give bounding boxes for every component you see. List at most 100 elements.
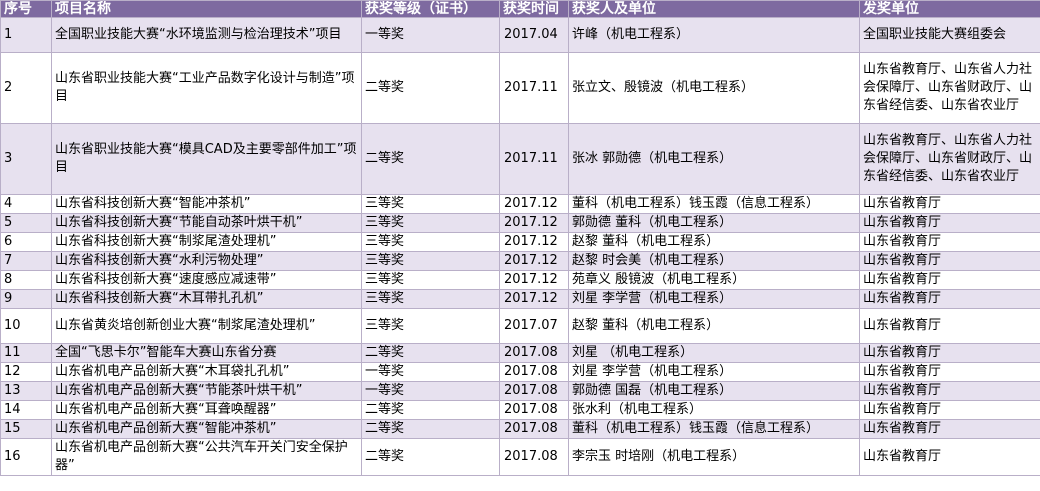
cell-award-date: 2017.12 bbox=[499, 289, 569, 309]
cell-award-date: 2017.12 bbox=[499, 194, 569, 214]
cell-award-level: 一等奖 bbox=[361, 381, 500, 401]
cell-award-level: 二等奖 bbox=[361, 419, 500, 439]
cell-no: 6 bbox=[0, 232, 52, 252]
table-row: 2 山东省职业技能大赛“工业产品数字化设计与制造”项目 二等奖 2017.11 … bbox=[0, 52, 1040, 124]
cell-project-name: 山东省职业技能大赛“工业产品数字化设计与制造”项目 bbox=[51, 52, 362, 124]
cell-award-date: 2017.08 bbox=[499, 343, 569, 363]
cell-project-name: 山东省机电产品创新大赛“耳聋唤醒器” bbox=[51, 400, 362, 420]
cell-issuer: 山东省教育厅 bbox=[859, 232, 1040, 252]
table-row: 11 全国“飞思卡尔”智能车大赛山东省分赛 二等奖 2017.08 刘星 （机电… bbox=[0, 343, 1040, 363]
cell-project-name: 全国职业技能大赛“水环境监测与检治理技术”项目 bbox=[51, 17, 362, 53]
cell-issuer: 山东省教育厅 bbox=[859, 419, 1040, 439]
cell-project-name: 山东省机电产品创新大赛“公共汽车开关门安全保护器” bbox=[51, 438, 362, 476]
cell-award-date: 2017.12 bbox=[499, 270, 569, 290]
cell-award-date: 2017.08 bbox=[499, 400, 569, 420]
cell-award-date: 2017.11 bbox=[499, 52, 569, 124]
header-project-name: 项目名称 bbox=[51, 0, 362, 18]
cell-winner: 苑章义 殷镜波（机电工程系） bbox=[568, 270, 860, 290]
table-row: 6 山东省科技创新大赛“制浆尾渣处理机” 三等奖 2017.12 赵黎 董科（机… bbox=[0, 232, 1040, 252]
cell-no: 10 bbox=[0, 308, 52, 344]
table-row: 1 全国职业技能大赛“水环境监测与检治理技术”项目 一等奖 2017.04 许峰… bbox=[0, 17, 1040, 53]
cell-award-date: 2017.11 bbox=[499, 123, 569, 195]
header-issuer: 发奖单位 bbox=[859, 0, 1040, 18]
table-body: 1 全国职业技能大赛“水环境监测与检治理技术”项目 一等奖 2017.04 许峰… bbox=[0, 17, 1040, 476]
cell-award-level: 二等奖 bbox=[361, 343, 500, 363]
cell-project-name: 山东省科技创新大赛“制浆尾渣处理机” bbox=[51, 232, 362, 252]
cell-award-level: 三等奖 bbox=[361, 251, 500, 271]
cell-award-level: 三等奖 bbox=[361, 213, 500, 233]
cell-issuer: 山东省教育厅、山东省人力社会保障厅、山东省财政厅、山东省经信委、山东省农业厅 bbox=[859, 123, 1040, 195]
header-no: 序号 bbox=[0, 0, 52, 18]
header-award-date: 获奖时间 bbox=[499, 0, 569, 18]
cell-award-date: 2017.12 bbox=[499, 251, 569, 271]
cell-award-level: 三等奖 bbox=[361, 308, 500, 344]
cell-winner: 赵黎 董科（机电工程系） bbox=[568, 232, 860, 252]
table-row: 13 山东省机电产品创新大赛“节能茶叶烘干机” 一等奖 2017.08 郭勋德 … bbox=[0, 381, 1040, 401]
cell-award-level: 二等奖 bbox=[361, 52, 500, 124]
cell-no: 9 bbox=[0, 289, 52, 309]
awards-table: 序号 项目名称 获奖等级（证书） 获奖时间 获奖人及单位 发奖单位 1 全国职业… bbox=[0, 0, 1040, 476]
cell-award-level: 二等奖 bbox=[361, 123, 500, 195]
header-award-level: 获奖等级（证书） bbox=[361, 0, 500, 18]
cell-issuer: 山东省教育厅 bbox=[859, 438, 1040, 476]
cell-issuer: 山东省教育厅 bbox=[859, 308, 1040, 344]
table-row: 3 山东省职业技能大赛“模具CAD及主要零部件加工”项目 二等奖 2017.11… bbox=[0, 123, 1040, 195]
cell-issuer: 山东省教育厅 bbox=[859, 194, 1040, 214]
cell-award-date: 2017.08 bbox=[499, 362, 569, 382]
cell-project-name: 山东省黄炎培创新创业大赛“制浆尾渣处理机” bbox=[51, 308, 362, 344]
cell-winner: 刘星 李学营（机电工程系） bbox=[568, 289, 860, 309]
cell-no: 8 bbox=[0, 270, 52, 290]
table-row: 15 山东省机电产品创新大赛“智能冲茶机” 二等奖 2017.08 董科（机电工… bbox=[0, 419, 1040, 439]
table-header: 序号 项目名称 获奖等级（证书） 获奖时间 获奖人及单位 发奖单位 bbox=[0, 0, 1040, 18]
cell-award-date: 2017.12 bbox=[499, 213, 569, 233]
cell-project-name: 山东省机电产品创新大赛“木耳袋扎孔机” bbox=[51, 362, 362, 382]
cell-project-name: 山东省科技创新大赛“速度感应减速带” bbox=[51, 270, 362, 290]
cell-no: 7 bbox=[0, 251, 52, 271]
cell-project-name: 山东省科技创新大赛“水利污物处理” bbox=[51, 251, 362, 271]
cell-project-name: 全国“飞思卡尔”智能车大赛山东省分赛 bbox=[51, 343, 362, 363]
cell-winner: 张水利（机电工程系） bbox=[568, 400, 860, 420]
cell-award-level: 三等奖 bbox=[361, 194, 500, 214]
cell-no: 11 bbox=[0, 343, 52, 363]
cell-award-date: 2017.08 bbox=[499, 381, 569, 401]
cell-award-date: 2017.08 bbox=[499, 419, 569, 439]
table-row: 14 山东省机电产品创新大赛“耳聋唤醒器” 二等奖 2017.08 张水利（机电… bbox=[0, 400, 1040, 420]
cell-issuer: 山东省教育厅 bbox=[859, 289, 1040, 309]
cell-project-name: 山东省科技创新大赛“智能冲茶机” bbox=[51, 194, 362, 214]
table-row: 4 山东省科技创新大赛“智能冲茶机” 三等奖 2017.12 董科（机电工程系）… bbox=[0, 194, 1040, 214]
cell-issuer: 山东省教育厅 bbox=[859, 251, 1040, 271]
cell-no: 1 bbox=[0, 17, 52, 53]
cell-winner: 赵黎 时会美（机电工程系） bbox=[568, 251, 860, 271]
cell-winner: 刘星 李学营（机电工程系） bbox=[568, 362, 860, 382]
cell-project-name: 山东省科技创新大赛“节能自动茶叶烘干机” bbox=[51, 213, 362, 233]
cell-award-date: 2017.07 bbox=[499, 308, 569, 344]
cell-no: 16 bbox=[0, 438, 52, 476]
cell-no: 12 bbox=[0, 362, 52, 382]
cell-winner: 赵黎 董科（机电工程系） bbox=[568, 308, 860, 344]
cell-award-level: 三等奖 bbox=[361, 289, 500, 309]
cell-issuer: 全国职业技能大赛组委会 bbox=[859, 17, 1040, 53]
table-row: 9 山东省科技创新大赛“木耳带扎孔机” 三等奖 2017.12 刘星 李学营（机… bbox=[0, 289, 1040, 309]
cell-project-name: 山东省机电产品创新大赛“节能茶叶烘干机” bbox=[51, 381, 362, 401]
cell-no: 4 bbox=[0, 194, 52, 214]
cell-winner: 张冰 郭勋德（机电工程系） bbox=[568, 123, 860, 195]
cell-award-level: 一等奖 bbox=[361, 17, 500, 53]
cell-winner: 董科（机电工程系）钱玉霞（信息工程系） bbox=[568, 419, 860, 439]
cell-winner: 刘星 （机电工程系） bbox=[568, 343, 860, 363]
cell-no: 2 bbox=[0, 52, 52, 124]
cell-no: 15 bbox=[0, 419, 52, 439]
cell-award-date: 2017.12 bbox=[499, 232, 569, 252]
cell-award-level: 二等奖 bbox=[361, 400, 500, 420]
cell-award-date: 2017.08 bbox=[499, 438, 569, 476]
cell-no: 3 bbox=[0, 123, 52, 195]
cell-no: 13 bbox=[0, 381, 52, 401]
cell-project-name: 山东省科技创新大赛“木耳带扎孔机” bbox=[51, 289, 362, 309]
cell-award-level: 二等奖 bbox=[361, 438, 500, 476]
cell-project-name: 山东省职业技能大赛“模具CAD及主要零部件加工”项目 bbox=[51, 123, 362, 195]
cell-no: 5 bbox=[0, 213, 52, 233]
table-row: 16 山东省机电产品创新大赛“公共汽车开关门安全保护器” 二等奖 2017.08… bbox=[0, 438, 1040, 476]
cell-no: 14 bbox=[0, 400, 52, 420]
header-row: 序号 项目名称 获奖等级（证书） 获奖时间 获奖人及单位 发奖单位 bbox=[0, 0, 1040, 18]
cell-winner: 张立文、殷镜波（机电工程系） bbox=[568, 52, 860, 124]
header-winner: 获奖人及单位 bbox=[568, 0, 860, 18]
